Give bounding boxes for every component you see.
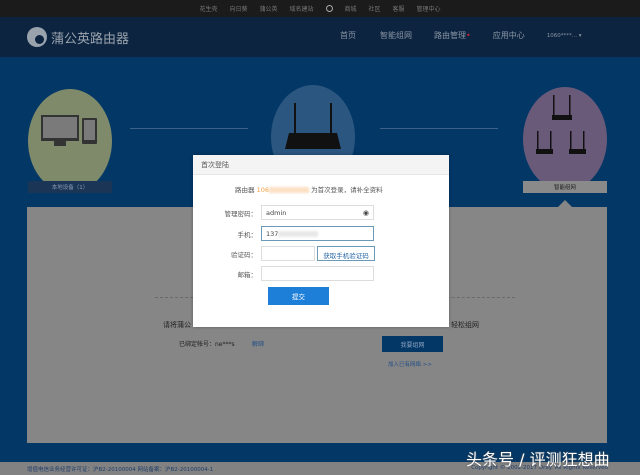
email-input[interactable]	[261, 266, 374, 281]
nav-app-center[interactable]: 应用中心	[493, 30, 525, 41]
notification-dot-icon: •	[466, 31, 471, 40]
phone-input[interactable]: 137	[261, 226, 374, 241]
email-row: 邮箱：	[193, 266, 374, 281]
dandelion-logo-icon	[27, 27, 47, 47]
notice-suffix: 为首次登录，请补全资料	[311, 186, 383, 194]
bound-account: 已绑定帐号：ne***s	[179, 341, 235, 348]
code-label: 验证码：	[231, 250, 257, 259]
code-input[interactable]	[261, 246, 315, 261]
oray-icon[interactable]	[325, 5, 333, 12]
nav-router-manage[interactable]: 路由管理•	[434, 30, 471, 41]
main-nav: 首页 智能组网 路由管理• 应用中心 1060****... ▾	[340, 30, 581, 41]
top-link[interactable]: 域名建站	[289, 4, 313, 13]
local-devices-label[interactable]: 本地设备（1）	[28, 181, 112, 193]
eye-icon[interactable]: ◉	[363, 209, 369, 217]
submit-button[interactable]: 提交	[268, 287, 329, 305]
router-sn: 106	[256, 186, 269, 194]
join-network-link[interactable]: 加入已有网络 >>	[388, 360, 432, 368]
phone-value: 137	[266, 230, 279, 238]
user-name: 1060****...	[546, 32, 577, 39]
nav-home[interactable]: 首页	[340, 30, 356, 41]
pointer-arrow	[558, 200, 572, 207]
unbind-link[interactable]: 解绑	[252, 339, 264, 348]
nav-smart-network[interactable]: 智能组网	[380, 30, 412, 41]
top-link[interactable]: 客服	[393, 4, 405, 13]
phone-row: 手机： 137	[193, 226, 374, 241]
watermark: 头条号 / 评测狂想曲	[466, 450, 610, 469]
dialog-notice: 路由器 106 为首次登录，请补全资料	[235, 184, 383, 194]
top-link[interactable]: 商城	[345, 4, 357, 13]
instruction-text-right: 轻松组网	[451, 321, 479, 329]
password-input[interactable]: admin ◉	[261, 205, 374, 220]
logo[interactable]: 蒲公英路由器	[27, 27, 129, 47]
password-row: 管理密码： admin ◉	[193, 205, 374, 220]
connector-line	[380, 128, 498, 129]
top-links-bar: 花生壳 向日葵 蒲公英 域名建站 商城 社区 客服 管理中心	[0, 0, 640, 17]
multi-router-icon	[536, 95, 586, 154]
top-link[interactable]: 管理中心	[417, 4, 441, 13]
user-menu[interactable]: 1060****... ▾	[547, 33, 582, 39]
email-label: 邮箱：	[237, 270, 258, 279]
notice-prefix: 路由器	[235, 186, 255, 194]
get-code-button[interactable]: 获取手机验证码	[317, 246, 375, 261]
local-devices-circle[interactable]	[28, 89, 112, 193]
brand-name: 蒲公英路由器	[51, 31, 130, 47]
instruction-text-left: 请将蒲公	[163, 321, 191, 329]
license-text: 增值电信业务经营许可证：沪B2-20100004 网站备案：沪B2-201000…	[27, 467, 214, 473]
smart-network-circle[interactable]	[523, 87, 607, 191]
password-label: 管理密码：	[224, 209, 258, 218]
password-value: admin	[266, 209, 287, 217]
smart-network-label[interactable]: 智能组网	[523, 181, 607, 193]
code-row: 验证码： 获取手机验证码	[193, 246, 375, 261]
top-link[interactable]: 蒲公英	[259, 4, 277, 13]
first-login-dialog: 首次登陆 路由器 106 为首次登录，请补全资料 管理密码： admin ◉ 手机…	[193, 155, 449, 327]
top-link[interactable]: 社区	[369, 4, 381, 13]
chevron-down-icon: ▾	[578, 32, 582, 39]
top-link[interactable]: 向日葵	[229, 4, 247, 13]
create-network-button[interactable]: 我要组网	[382, 336, 443, 352]
nav-label: 路由管理	[434, 31, 466, 40]
devices-icon	[41, 115, 97, 146]
phone-label: 手机：	[237, 230, 258, 239]
top-link[interactable]: 花生壳	[199, 4, 217, 13]
connector-line	[130, 128, 248, 129]
dialog-title: 首次登陆	[193, 155, 449, 175]
